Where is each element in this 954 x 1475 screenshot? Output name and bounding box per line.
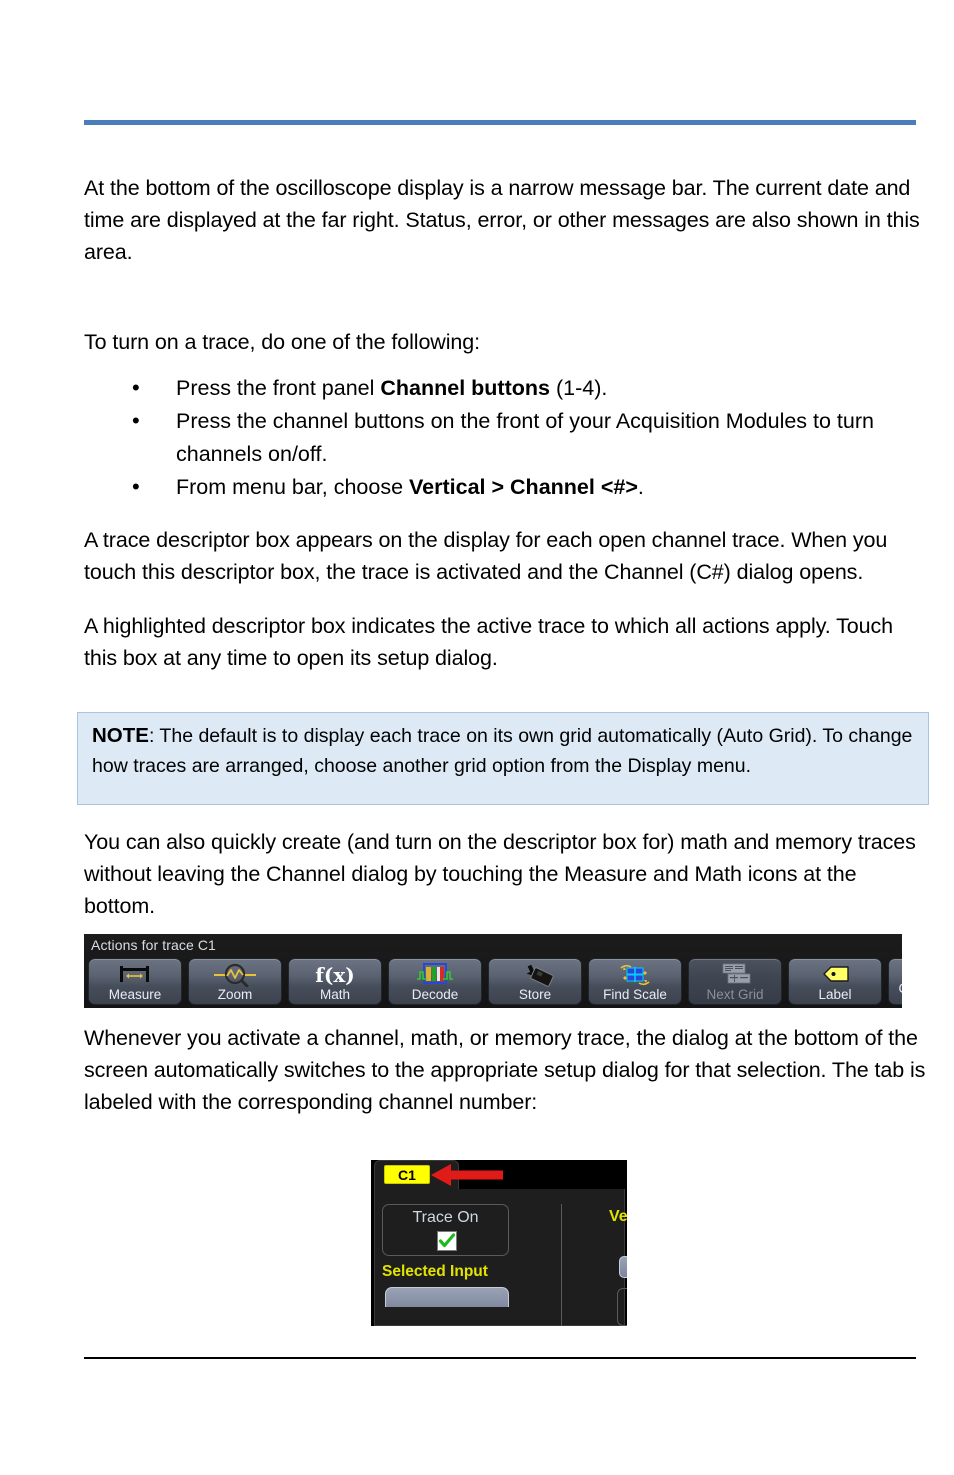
zoom-button-label: Zoom [217,987,253,1002]
footer-rule [84,1357,916,1359]
bullet-text-post: . [637,475,644,499]
trace-on-control[interactable]: Trace On [382,1204,509,1256]
label-button[interactable]: Label [788,958,882,1005]
store-button[interactable]: Store [488,958,582,1005]
decode-icon [389,962,481,988]
bullet-text-pre: Press the channel buttons on the front o… [176,409,874,466]
next-grid-button[interactable]: Next Grid [688,958,782,1005]
paragraph-math-memory-wrap: You can also quickly create (and turn on… [84,826,922,944]
scope-action-toolbar-image: Actions for trace C1 Measure Zoom f(x) M… [84,934,902,1008]
channel-dialog-image: C1 Trace On Selected Input Ve [371,1160,627,1326]
paragraph-turn-on-trace-intro: To turn on a trace, do one of the follow… [84,330,480,354]
paragraph-descriptor-box: A trace descriptor box appears on the di… [84,528,888,584]
list-item: From menu bar, choose Vertical > Channel… [84,470,922,504]
find-scale-button-label: Find Scale [603,987,667,1002]
turn-on-trace-list: Press the front panel Channel buttons (1… [84,371,922,504]
toolbar-button-row: Measure Zoom f(x) Math Decode Store Find… [88,958,902,1005]
toolbar-title: Actions for trace C1 [91,937,216,953]
find-scale-icon [589,962,681,988]
header-rule [84,120,916,125]
note-callout: NOTE: The default is to display each tra… [77,712,929,805]
paragraph-highlighted-descriptor: A highlighted descriptor box indicates t… [84,614,893,670]
store-icon [489,962,581,988]
vertical-section-label: Ve [609,1208,627,1225]
paragraph-activate-trace: Whenever you activate a channel, math, o… [84,1026,926,1114]
math-button[interactable]: f(x) Math [288,958,382,1005]
trace-on-checkbox[interactable] [437,1231,457,1251]
vertical-small-button[interactable] [619,1256,627,1278]
measure-icon [89,962,181,988]
next-grid-button-label: Next Grid [706,987,764,1002]
probe-cal-cable-deskew-button[interactable]: Probe Cal - Cable Deskew [888,958,902,1005]
dialog-divider [561,1204,562,1326]
document-page: At the bottom of the oscilloscope displa… [0,0,954,1475]
measure-button[interactable]: Measure [88,958,182,1005]
vertical-group-box [617,1288,627,1326]
zoom-button[interactable]: Zoom [188,958,282,1005]
find-scale-button[interactable]: Find Scale [588,958,682,1005]
math-button-label: Math [319,987,350,1002]
paragraph-activate-trace-wrap: Whenever you activate a channel, math, o… [84,1022,932,1140]
decode-button[interactable]: Decode [388,958,482,1005]
note-text: NOTE: The default is to display each tra… [92,721,916,781]
list-item: Press the front panel Channel buttons (1… [84,371,922,405]
document-content: At the bottom of the oscilloscope displa… [84,172,922,696]
tab-c1[interactable]: C1 [384,1165,430,1184]
label-button-label: Label [818,987,852,1002]
math-fx-icon: f(x) [289,962,381,988]
trace-on-label: Trace On [412,1209,479,1226]
decode-button-label: Decode [411,987,459,1002]
paragraph-math-memory: You can also quickly create (and turn on… [84,830,916,918]
bullet-text-pre: From menu bar, choose [176,475,410,499]
label-tag-icon [789,962,881,988]
bullet-text-pre: Press the front panel [176,376,381,400]
selected-input-button[interactable] [385,1287,509,1307]
note-label: NOTE [92,724,149,747]
red-arrow-annotation [431,1164,503,1186]
svg-text:f(x): f(x) [315,963,354,987]
checkmark-icon [438,1233,456,1248]
zoom-icon [189,962,281,988]
paragraph-message-bar: At the bottom of the oscilloscope displa… [84,176,920,264]
note-body: : The default is to display each trace o… [92,725,913,777]
bullet-text-bold: Channel buttons [380,376,550,400]
measure-button-label: Measure [108,987,162,1002]
bullet-text-post: (1-4). [549,376,608,400]
list-item: Press the channel buttons on the front o… [84,404,922,471]
next-grid-icon [689,962,781,988]
store-button-label: Store [518,987,552,1002]
probe-cal-label-line2: Cable Deskew [898,981,902,997]
selected-input-label: Selected Input [382,1263,488,1280]
bullet-text-bold: Vertical > Channel <#> [409,475,638,499]
